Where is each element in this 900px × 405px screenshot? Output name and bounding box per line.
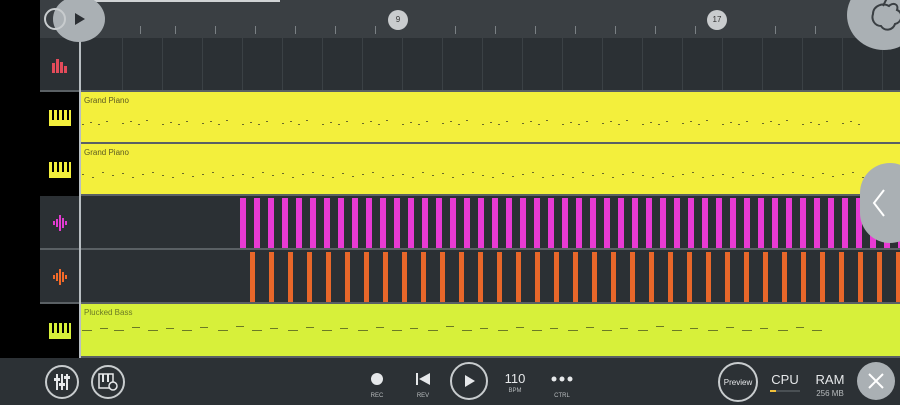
ram-value: 256 MB bbox=[816, 389, 844, 398]
piano-gear-icon bbox=[98, 373, 118, 391]
play-icon bbox=[465, 375, 475, 387]
fl-studio-mobile-playlist: 9 17 Grand Piano Grand Piano Plucked Bas… bbox=[0, 0, 900, 405]
chevron-left-icon bbox=[872, 189, 885, 217]
track-audio-orange[interactable] bbox=[40, 250, 900, 304]
ctrl-label: CTRL bbox=[554, 393, 570, 399]
note-preview bbox=[82, 120, 860, 125]
skip-back-icon bbox=[416, 373, 430, 385]
instrument-settings-button[interactable] bbox=[91, 365, 125, 399]
pattern-label: Plucked Bass bbox=[84, 308, 133, 317]
loop-region[interactable] bbox=[80, 0, 280, 2]
track-plucked-bass[interactable]: Plucked Bass bbox=[40, 304, 900, 358]
bpm-value: 110 bbox=[504, 371, 526, 386]
track-automation[interactable] bbox=[40, 38, 900, 92]
more-dots-icon bbox=[551, 376, 573, 382]
rev-label: REV bbox=[416, 393, 430, 399]
mixer-sliders-icon bbox=[54, 374, 70, 390]
piano-keys-icon bbox=[40, 304, 80, 358]
bar-marker-9[interactable]: 9 bbox=[388, 10, 408, 30]
left-system-bar bbox=[0, 0, 40, 405]
track-grand-piano-2[interactable]: Grand Piano bbox=[40, 144, 900, 196]
controls-button[interactable]: CTRL bbox=[546, 372, 578, 399]
track-audio-magenta[interactable] bbox=[40, 196, 900, 250]
cpu-bar bbox=[770, 390, 800, 392]
bpm-label: BPM bbox=[508, 388, 522, 394]
playlist-main: 9 17 Grand Piano Grand Piano Plucked Bas… bbox=[40, 0, 900, 405]
cpu-meter: CPU bbox=[768, 372, 802, 392]
close-icon bbox=[868, 373, 884, 389]
bar-marker-17[interactable]: 17 bbox=[707, 10, 727, 30]
timeline-ruler[interactable]: 9 17 bbox=[40, 0, 900, 39]
tempo-control[interactable]: 110 BPM bbox=[500, 371, 530, 395]
play-button[interactable] bbox=[450, 362, 488, 400]
playhead[interactable] bbox=[79, 38, 81, 358]
mixer-button[interactable] bbox=[45, 365, 79, 399]
fruit-logo-icon bbox=[871, 0, 900, 31]
cpu-label: CPU bbox=[771, 372, 799, 387]
piano-keys-icon bbox=[40, 144, 80, 196]
play-icon bbox=[75, 13, 85, 25]
rec-label: REC bbox=[370, 393, 384, 399]
bar-chart-icon bbox=[40, 38, 80, 92]
record-icon bbox=[371, 373, 383, 385]
ram-label: RAM bbox=[815, 372, 845, 387]
pattern-label: Grand Piano bbox=[84, 96, 129, 105]
note-preview bbox=[82, 326, 822, 331]
close-button[interactable] bbox=[857, 362, 895, 400]
pattern-label: Grand Piano bbox=[84, 148, 129, 157]
snap-indicator[interactable] bbox=[44, 8, 66, 30]
ram-meter: RAM 256 MB bbox=[812, 372, 848, 398]
rewind-button[interactable]: REV bbox=[408, 372, 438, 399]
record-button[interactable]: REC bbox=[362, 372, 392, 399]
track-grand-piano-1[interactable]: Grand Piano bbox=[40, 92, 900, 144]
preview-button[interactable]: Preview bbox=[718, 362, 758, 402]
note-preview bbox=[82, 172, 864, 178]
transport-bar: REC REV 110 BPM CTRL Preview CPU RAM 256… bbox=[0, 358, 900, 405]
open-side-panel-button[interactable] bbox=[860, 163, 900, 243]
piano-keys-icon bbox=[40, 92, 80, 144]
